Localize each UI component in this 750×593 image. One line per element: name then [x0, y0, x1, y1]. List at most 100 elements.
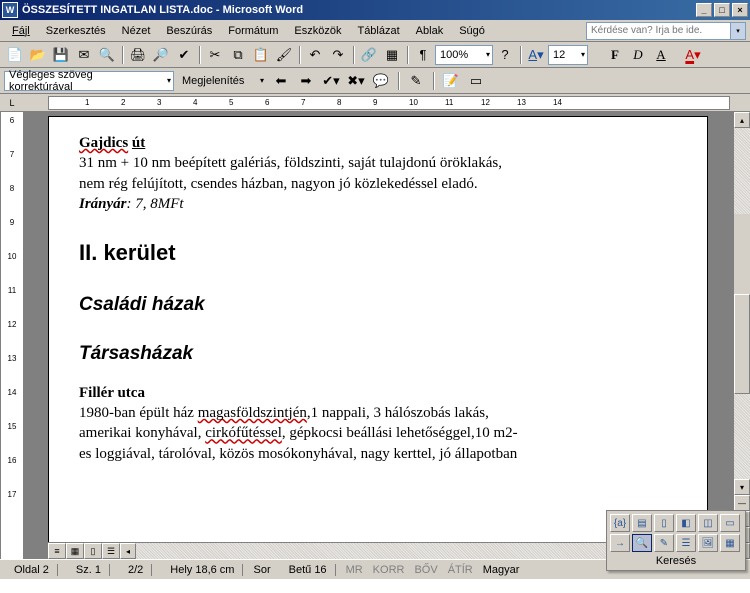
- status-bov[interactable]: BŐV: [414, 564, 437, 576]
- vertical-ruler-body[interactable]: 6 7 8 9 10 11 12 13 14 15 16 17: [0, 112, 24, 559]
- menu-view[interactable]: Nézet: [114, 23, 159, 39]
- col-label: Betű: [289, 564, 312, 576]
- document-area[interactable]: Gajdics út 31 nm + 10 nm beépített galér…: [24, 112, 750, 559]
- work-area: L 6 7 8 9 10 11 12 13 14 15 16 17 1 2 3 …: [0, 94, 750, 559]
- separator: [398, 72, 399, 90]
- menu-table[interactable]: Táblázat: [349, 23, 407, 39]
- status-korr[interactable]: KORR: [373, 564, 405, 576]
- heading: Fillér utca: [79, 383, 687, 403]
- menu-edit[interactable]: Szerkesztés: [38, 23, 114, 39]
- reject-change-button[interactable]: ✖▾: [345, 70, 367, 92]
- browse-endnote-button[interactable]: ▤: [632, 514, 652, 532]
- price-label: Irányár: [79, 196, 127, 212]
- browse-find-button[interactable]: 🔍: [632, 534, 652, 552]
- format-painter-button[interactable]: 🖌: [273, 44, 295, 66]
- separator: [353, 46, 354, 64]
- redo-button[interactable]: ↷: [327, 44, 349, 66]
- scroll-up-button[interactable]: ▴: [734, 112, 750, 128]
- zoom-combo[interactable]: 100%: [435, 45, 493, 65]
- browse-table-button[interactable]: ▦: [720, 534, 740, 552]
- print-button[interactable]: 🖨: [127, 44, 149, 66]
- show-marks-button[interactable]: ¶: [412, 44, 434, 66]
- sec-num: 1: [95, 564, 101, 576]
- display-combo[interactable]: Megjelenítés: [177, 71, 267, 91]
- italic-button[interactable]: D: [627, 44, 649, 66]
- scroll-down-button[interactable]: ▾: [734, 479, 750, 495]
- prev-change-button[interactable]: ⬅: [270, 70, 292, 92]
- menu-tools[interactable]: Eszközök: [286, 23, 349, 39]
- separator: [407, 46, 408, 64]
- menu-format[interactable]: Formátum: [220, 23, 286, 39]
- normal-view-button[interactable]: ≡: [48, 543, 66, 559]
- browse-goto-button[interactable]: →: [610, 534, 630, 552]
- new-doc-button[interactable]: 📄: [4, 44, 26, 66]
- outline-view-button[interactable]: ☰: [102, 543, 120, 559]
- browse-section-button[interactable]: ◫: [698, 514, 718, 532]
- menu-help[interactable]: Súgó: [451, 23, 493, 39]
- menu-insert[interactable]: Beszúrás: [158, 23, 220, 39]
- horizontal-ruler[interactable]: 1 2 3 4 5 6 7 8 9 10 11 12 13 14: [24, 94, 750, 112]
- vscroll-thumb[interactable]: [734, 294, 750, 394]
- col-val: 16: [314, 564, 326, 576]
- browse-graphic-button[interactable]: 🖼: [698, 534, 718, 552]
- vscroll-track-top[interactable]: [734, 128, 750, 214]
- separator: [520, 46, 521, 64]
- undo-button[interactable]: ↶: [304, 44, 326, 66]
- mail-button[interactable]: ✉: [73, 44, 95, 66]
- tables-button[interactable]: ▦: [381, 44, 403, 66]
- separator: [433, 72, 434, 90]
- status-mr[interactable]: MR: [346, 564, 363, 576]
- browse-edits-button[interactable]: ✎: [654, 534, 674, 552]
- browse-field-button[interactable]: {a}: [610, 514, 630, 532]
- paste-button[interactable]: 📋: [250, 44, 272, 66]
- browse-page-button[interactable]: ▭: [720, 514, 740, 532]
- vertical-scrollbar[interactable]: ▴ ▾ — ▴▴ ● ▾▾: [733, 112, 750, 559]
- open-button[interactable]: 📂: [27, 44, 49, 66]
- browse-heading-button[interactable]: ☰: [676, 534, 696, 552]
- heading-condo: Társasházak: [79, 341, 687, 367]
- font-color-button[interactable]: A▾: [525, 44, 547, 66]
- font-color-button2[interactable]: A▾: [682, 44, 704, 66]
- search-button[interactable]: 🔍: [96, 44, 118, 66]
- browse-sep: —: [734, 495, 750, 511]
- status-lang[interactable]: Magyar: [483, 564, 520, 576]
- cut-button[interactable]: ✂: [204, 44, 226, 66]
- highlight-button[interactable]: ✎: [405, 70, 427, 92]
- menu-window[interactable]: Ablak: [408, 23, 452, 39]
- body-text: amerikai konyhával, cirkófűtéssel, gépko…: [79, 423, 687, 443]
- maximize-button[interactable]: □: [714, 3, 730, 17]
- document-page[interactable]: Gajdics út 31 nm + 10 nm beépített galér…: [48, 116, 708, 556]
- hyperlink-button[interactable]: 🔗: [358, 44, 380, 66]
- app-icon: W: [2, 2, 18, 18]
- reviewing-pane-button[interactable]: ▭: [465, 70, 487, 92]
- accept-change-button[interactable]: ✔▾: [320, 70, 342, 92]
- reviewing-combo[interactable]: Végleges szöveg korrektúrával: [4, 71, 174, 91]
- ask-input[interactable]: [586, 22, 731, 40]
- close-button[interactable]: ×: [732, 3, 748, 17]
- body-text: 1980-ban épült ház magasföldszintjén,1 n…: [79, 403, 687, 423]
- save-button[interactable]: 💾: [50, 44, 72, 66]
- vscroll-track-bottom[interactable]: [734, 394, 750, 480]
- browse-footnote-button[interactable]: ▯: [654, 514, 674, 532]
- separator: [122, 46, 123, 64]
- print-preview-button[interactable]: 🔎: [150, 44, 172, 66]
- pos-val: 18,6 cm: [195, 564, 234, 576]
- spellcheck-button[interactable]: ✔: [173, 44, 195, 66]
- font-size-combo[interactable]: 12: [548, 45, 588, 65]
- scroll-left-button[interactable]: ◂: [120, 543, 136, 559]
- new-comment-button[interactable]: 💬: [370, 70, 392, 92]
- minimize-button[interactable]: _: [696, 3, 712, 17]
- ask-dropdown-icon[interactable]: ▾: [731, 22, 746, 40]
- copy-button[interactable]: ⧉: [227, 44, 249, 66]
- help-button[interactable]: ?: [494, 44, 516, 66]
- menu-file[interactable]: Fájl: [4, 23, 38, 39]
- browse-comment-button[interactable]: ◧: [676, 514, 696, 532]
- heading-family: Családi házak: [79, 292, 687, 318]
- underline-button[interactable]: A: [650, 44, 672, 66]
- print-layout-button[interactable]: ▯: [84, 543, 102, 559]
- next-change-button[interactable]: ➡: [295, 70, 317, 92]
- web-view-button[interactable]: ▦: [66, 543, 84, 559]
- track-changes-button[interactable]: 📝: [440, 70, 462, 92]
- status-atir[interactable]: ÁTÍR: [448, 564, 473, 576]
- bold-button[interactable]: F: [604, 44, 626, 66]
